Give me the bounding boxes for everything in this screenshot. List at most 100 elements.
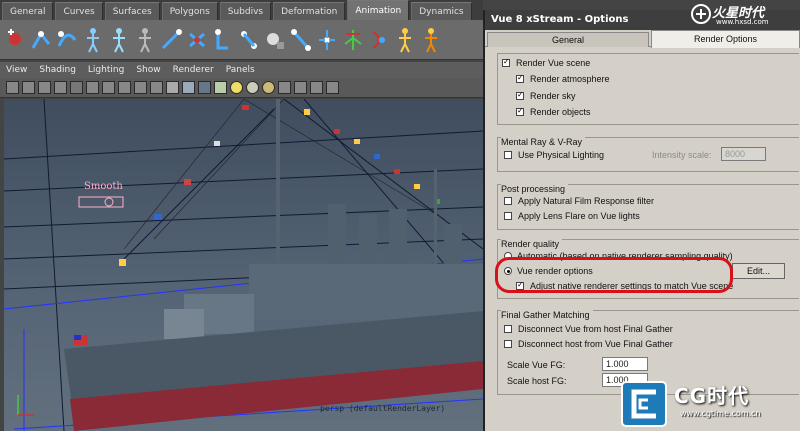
render-atmosphere-row[interactable]: Render atmosphere	[516, 73, 610, 84]
shelf-tab-deformation[interactable]: Deformation	[273, 2, 346, 20]
render-sky-row[interactable]: Render sky	[516, 90, 576, 101]
shelf-tab-surfaces[interactable]: Surfaces	[104, 2, 160, 20]
xray-icon[interactable]	[278, 81, 291, 94]
point-constraint-icon[interactable]	[316, 26, 338, 54]
scale-vue-fg-field[interactable]: 1.000	[602, 357, 648, 371]
menu-lighting[interactable]: Lighting	[88, 65, 124, 75]
menu-show[interactable]: Show	[136, 65, 160, 75]
natural-film-row[interactable]: Apply Natural Film Response filter	[504, 196, 654, 206]
menu-shading[interactable]: Shading	[39, 65, 76, 75]
hxsd-watermark-url: www.hxsd.com	[716, 18, 769, 26]
parent-constraint-icon[interactable]	[368, 26, 390, 54]
post-processing-title: Post processing	[501, 184, 569, 194]
use-physical-lighting-label: Use Physical Lighting	[518, 150, 605, 160]
skeleton-icon[interactable]	[82, 26, 104, 54]
render-objects-row[interactable]: Render objects	[516, 106, 591, 117]
lens-flare-label: Apply Lens Flare on Vue lights	[518, 211, 640, 221]
menu-panels[interactable]: Panels	[226, 65, 255, 75]
motion-path-icon[interactable]	[160, 26, 182, 54]
panel-toolbar	[0, 78, 483, 98]
render-vue-scene-row[interactable]: Render Vue scene	[502, 57, 591, 68]
cluster-icon[interactable]	[238, 26, 260, 54]
intensity-scale-field[interactable]: 8000	[721, 147, 766, 161]
smooth-shade-icon[interactable]	[182, 81, 195, 94]
frame-all-icon[interactable]	[310, 81, 323, 94]
wireframe-on-shaded-icon[interactable]	[198, 81, 211, 94]
use-all-lights-icon[interactable]	[230, 81, 243, 94]
render-objects-checkbox[interactable]	[516, 106, 524, 116]
disconnect-host-checkbox[interactable]	[504, 340, 512, 348]
render-sky-checkbox[interactable]	[516, 90, 524, 100]
disconnect-host-label: Disconnect host from Vue Final Gather	[518, 339, 673, 349]
render-quality-title: Render quality	[501, 239, 563, 249]
lens-flare-checkbox[interactable]	[504, 212, 512, 220]
shadows-icon[interactable]	[246, 81, 259, 94]
high-quality-icon[interactable]	[262, 81, 275, 94]
bind-skin-icon[interactable]	[134, 26, 156, 54]
shelf-tab-subdivs[interactable]: Subdivs	[219, 2, 272, 20]
edit-button[interactable]: Edit...	[732, 263, 785, 279]
hxsd-logo-icon	[691, 4, 711, 24]
disconnect-host-row[interactable]: Disconnect host from Vue Final Gather	[504, 339, 673, 349]
menu-renderer[interactable]: Renderer	[173, 65, 214, 75]
lattice-icon[interactable]	[264, 26, 286, 54]
textured-icon[interactable]	[214, 81, 227, 94]
joint-chain-icon[interactable]	[186, 26, 208, 54]
gate-mask-icon[interactable]	[118, 81, 131, 94]
cgtime-watermark-url: www.cgtime.com.cn	[680, 409, 761, 418]
ik-handle-icon[interactable]	[30, 26, 52, 54]
scale-vue-fg-label: Scale Vue FG:	[507, 360, 566, 370]
frame-selected-icon[interactable]	[326, 81, 339, 94]
render-objects-label: Render objects	[530, 107, 591, 117]
film-gate-icon[interactable]	[86, 81, 99, 94]
select-camera-icon[interactable]	[6, 81, 19, 94]
smooth-label: Smooth	[84, 181, 123, 192]
tab-general[interactable]: General	[487, 32, 649, 47]
render-sky-label: Render sky	[530, 91, 576, 101]
use-physical-lighting-row[interactable]: Use Physical Lighting	[504, 150, 604, 160]
camera-attributes-icon[interactable]	[22, 81, 35, 94]
orient-constraint-icon[interactable]	[290, 26, 312, 54]
grid-icon[interactable]	[70, 81, 83, 94]
menu-view[interactable]: View	[6, 65, 27, 75]
ik-spline-icon[interactable]	[56, 26, 78, 54]
shelf-tab-general[interactable]: General	[2, 2, 54, 20]
vue-options-window: Vue 8 xStream - Options General Render O…	[483, 10, 800, 431]
wireframe-icon[interactable]	[166, 81, 179, 94]
cgtime-watermark-text: CG时代	[674, 384, 750, 408]
disconnect-vue-checkbox[interactable]	[504, 325, 512, 333]
set-key-icon[interactable]	[4, 26, 26, 54]
tab-render-options[interactable]: Render Options	[651, 30, 800, 48]
use-physical-lighting-checkbox[interactable]	[504, 151, 512, 159]
panel-menu-bar: View Shading Lighting Show Renderer Pane…	[0, 62, 483, 78]
field-chart-icon[interactable]	[134, 81, 147, 94]
lens-flare-row[interactable]: Apply Lens Flare on Vue lights	[504, 211, 640, 221]
isolate-select-icon[interactable]	[294, 81, 307, 94]
render-atmosphere-checkbox[interactable]	[516, 73, 524, 83]
bookmark-icon[interactable]	[38, 81, 51, 94]
safe-action-icon[interactable]	[150, 81, 163, 94]
rig-icon[interactable]	[420, 26, 442, 54]
connect-joint-icon[interactable]	[212, 26, 234, 54]
render-vue-scene-checkbox[interactable]	[502, 57, 510, 67]
shelf-tab-bar: General Curves Surfaces Polygons Subdivs…	[0, 0, 483, 20]
shelf-icon-row	[0, 20, 483, 60]
disconnect-vue-row[interactable]: Disconnect Vue from host Final Gather	[504, 324, 673, 334]
scale-host-fg-label: Scale host FG:	[507, 376, 567, 386]
image-plane-icon[interactable]	[54, 81, 67, 94]
cgtime-logo-icon	[621, 381, 667, 427]
highlight-annotation	[495, 257, 733, 293]
resolution-gate-icon[interactable]	[102, 81, 115, 94]
shelf-tab-polygons[interactable]: Polygons	[161, 2, 218, 20]
perspective-viewport[interactable]: Smooth persp (defaultRenderLayer)	[4, 99, 483, 431]
disconnect-vue-label: Disconnect Vue from host Final Gather	[518, 324, 673, 334]
shelf-tab-curves[interactable]: Curves	[55, 2, 103, 20]
character-icon[interactable]	[108, 26, 130, 54]
human-ik-icon[interactable]	[394, 26, 416, 54]
intensity-scale-label: Intensity scale:	[652, 150, 712, 160]
shelf-tab-dynamics[interactable]: Dynamics	[411, 2, 472, 20]
aim-constraint-icon[interactable]	[342, 26, 364, 54]
render-vue-scene-label: Render Vue scene	[516, 58, 591, 68]
shelf-tab-animation[interactable]: Animation	[347, 0, 410, 20]
natural-film-checkbox[interactable]	[504, 197, 512, 205]
